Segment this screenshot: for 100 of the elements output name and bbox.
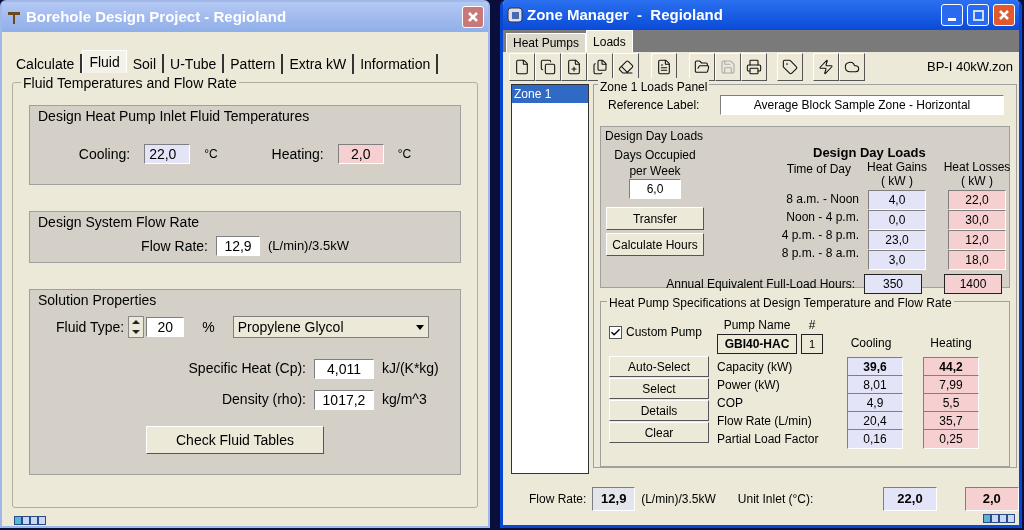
unit-label: kJ/(K*kg) (382, 359, 439, 378)
field-label: Flow Rate: (141, 236, 208, 256)
push-button[interactable]: Details (609, 400, 709, 421)
row-label: COP (717, 395, 744, 412)
files-icon[interactable] (587, 53, 613, 81)
field-label: Days Occupied per Week (613, 147, 697, 179)
table-cell[interactable]: 23,0 (868, 230, 926, 250)
close-icon (998, 9, 1010, 21)
table-cell[interactable]: 0,0 (868, 210, 926, 230)
push-button[interactable]: Transfer (606, 207, 704, 230)
maximize-button[interactable] (967, 4, 989, 26)
tab[interactable]: Information (354, 54, 439, 74)
status-squares-icon (14, 516, 46, 525)
panel-title: Design Heat Pump Inlet Fluid Temperatures (38, 107, 310, 126)
window-title: Borehole Design Project - Regioland (26, 6, 288, 27)
table-heading: Design Day Loads (812, 145, 927, 160)
spinner-icon[interactable] (128, 316, 145, 338)
table-cell[interactable]: 4,9 (847, 393, 903, 413)
unit-label: °C (397, 146, 412, 163)
push-button[interactable]: Check Fluid Tables (146, 426, 324, 454)
minimize-button[interactable] (941, 4, 963, 26)
checkbox[interactable] (609, 325, 622, 339)
document-icon[interactable] (651, 53, 677, 81)
table-cell[interactable]: 44,2 (923, 357, 979, 377)
table-cell[interactable]: 5,5 (923, 393, 979, 413)
input-field[interactable]: 22,0 (882, 487, 938, 511)
new-file-icon[interactable] (509, 53, 535, 81)
table-cell[interactable]: 12,0 (948, 230, 1006, 250)
tab[interactable]: Extra kW (283, 54, 355, 74)
file-name: BP-I 40kW.zon (927, 58, 1013, 77)
field-label: Heating: (271, 144, 324, 164)
unit-label: ( kW ) (961, 174, 993, 190)
tab[interactable]: Loads (586, 30, 633, 52)
zone-list-item[interactable]: Zone 1 (512, 85, 588, 103)
input-field[interactable]: 22,0 (144, 144, 191, 164)
tab[interactable]: Fluid (82, 50, 127, 74)
field-label: Fluid Type: (56, 317, 125, 337)
printer-icon[interactable] (741, 53, 767, 81)
table-cell[interactable]: 0,25 (923, 429, 979, 449)
row-label: Flow Rate (L/min) (717, 413, 813, 430)
push-button[interactable]: Calculate Hours (606, 233, 704, 256)
push-button[interactable]: Select (609, 378, 709, 399)
status-squares-icon (983, 514, 1015, 523)
field-label: Cooling: (78, 144, 131, 164)
lightning-icon[interactable] (813, 53, 839, 81)
push-button[interactable]: Clear (609, 422, 709, 443)
save-icon[interactable] (715, 53, 741, 81)
tag-icon[interactable] (777, 53, 803, 81)
table-cell[interactable]: 3,0 (868, 250, 926, 270)
unit-label: (L/min)/3.5kW (641, 491, 716, 508)
table-cell[interactable]: 39,6 (847, 357, 903, 377)
column-header: Heating (929, 335, 973, 352)
column-header: Heat Losses (943, 160, 1011, 174)
dropdown-arrow-icon (415, 324, 424, 330)
copy-icon[interactable] (535, 53, 561, 81)
folder-icon[interactable] (689, 53, 715, 81)
dropdown[interactable]: Propylene Glycol (232, 316, 429, 338)
input-field[interactable]: 1017,2 (314, 389, 374, 410)
input-field[interactable]: 12,9 (592, 487, 636, 511)
tab[interactable]: Heat Pumps (506, 33, 587, 52)
number-field[interactable]: 1 (801, 334, 823, 354)
time-label: 8 p.m. - 8 a.m. (781, 245, 859, 262)
panel-title: Solution Properties (38, 291, 157, 310)
column-header: # (808, 317, 816, 334)
input-field[interactable]: Average Block Sample Zone - Horizontal (720, 95, 1004, 115)
cloud-icon[interactable] (839, 53, 865, 81)
unit-label: kg/m^3 (382, 390, 427, 409)
column-header: Time of Day (786, 161, 852, 178)
input-field[interactable]: 6,0 (629, 179, 681, 199)
minimize-icon (948, 18, 956, 21)
row-label: Capacity (kW) (717, 359, 794, 376)
row-label: Partial Load Factor (717, 431, 820, 448)
table-cell[interactable]: 8,01 (847, 375, 903, 395)
unit-label: °C (204, 146, 218, 163)
eraser-icon[interactable] (613, 53, 639, 81)
table-cell[interactable]: 20,4 (847, 411, 903, 431)
app-icon (507, 7, 523, 23)
table-cell[interactable]: 22,0 (948, 190, 1006, 210)
push-button[interactable]: Auto-Select (609, 356, 709, 377)
add-file-icon[interactable] (561, 53, 587, 81)
table-cell[interactable]: 4,0 (868, 190, 926, 210)
close-icon (467, 11, 479, 23)
input-field[interactable]: 12,9 (216, 236, 260, 256)
input-field[interactable]: 20 (146, 317, 185, 337)
group-title: Fluid Temperatures and Flow Rate (21, 73, 239, 94)
input-field[interactable]: 2,0 (964, 487, 1019, 511)
table-cell[interactable]: 0,16 (847, 429, 903, 449)
pump-name-field[interactable]: GBI40-HAC (717, 334, 797, 354)
field-label: Flow Rate: (529, 491, 587, 508)
column-header: Cooling (849, 335, 893, 352)
table-cell[interactable]: 30,0 (948, 210, 1006, 230)
input-field[interactable]: 4,011 (314, 358, 374, 379)
input-field[interactable]: 2,0 (337, 144, 384, 164)
close-button[interactable] (462, 6, 484, 28)
table-cell[interactable]: 35,7 (923, 411, 979, 431)
close-button[interactable] (993, 4, 1015, 26)
table-cell[interactable]: 18,0 (948, 250, 1006, 270)
table-cell[interactable]: 7,99 (923, 375, 979, 395)
field-label: Specific Heat (Cp): (187, 359, 306, 378)
checkbox-label: Custom Pump (626, 324, 703, 341)
